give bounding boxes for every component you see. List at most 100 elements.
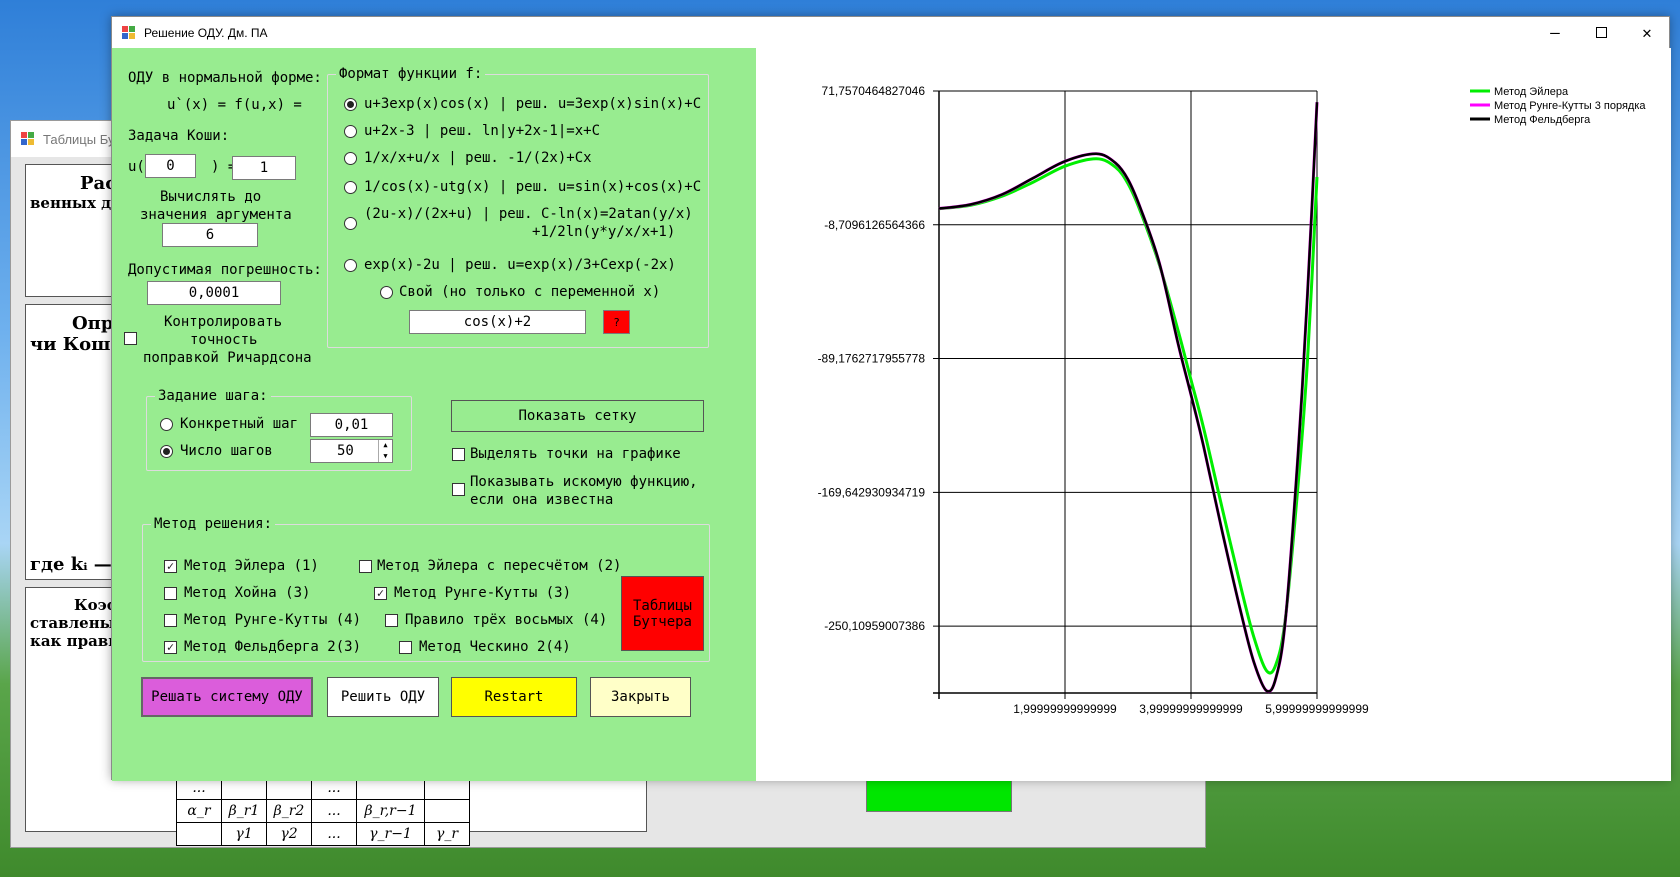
spinner-up-icon[interactable]: ▲ <box>379 440 392 451</box>
function-radio-6[interactable] <box>344 259 357 272</box>
background-window-title: Таблицы Бут <box>43 131 121 147</box>
table-cell <box>424 799 470 823</box>
function-label-5: (2u-x)/(2x+u) | реш. C-ln(x)=2atan(y/x) <box>364 206 693 222</box>
function-label-6: exp(x)-2u | реш. u=exp(x)/3+Cexp(-2x) <box>364 257 676 273</box>
table-row: α_r β_r1 β_r2... β_r,r−1 <box>176 799 470 823</box>
method-checkbox-5[interactable] <box>164 614 177 627</box>
table-cell: γ1 <box>221 822 267 846</box>
show-grid-button[interactable]: Показать сетку <box>451 400 704 432</box>
table-cell: α_r <box>176 799 222 823</box>
x-tick-label: 5,99999999999999 <box>1265 702 1369 716</box>
x-tick-label: 3,99999999999999 <box>1139 702 1243 716</box>
y-tick-label: -169,642930934719 <box>818 485 926 499</box>
highlight-points-checkbox[interactable] <box>452 448 465 461</box>
step-count-value: 50 <box>337 443 354 459</box>
table-cell: ... <box>311 799 357 823</box>
method-checkbox-4[interactable]: ✓ <box>374 587 387 600</box>
y-tick-label: 71,7570464827046 <box>822 84 926 98</box>
maximize-button[interactable] <box>1578 17 1624 48</box>
titlebar[interactable]: Решение ОДУ. Дм. ПА <box>112 17 1669 48</box>
richardson-label-3: поправкой Ричардсона <box>143 350 312 366</box>
x-end-input[interactable]: 6 <box>162 223 258 247</box>
method-label-8: Метод Ческино 2(4) <box>419 639 571 655</box>
chart-area: 71,7570464827046 -8,7096126564366 -89,1762… <box>756 48 1671 781</box>
method-checkbox-3[interactable] <box>164 587 177 600</box>
method-checkbox-2[interactable] <box>359 560 372 573</box>
control-panel: ОДУ в нормальной форме: u`(x) = f(u,x) =… <box>112 48 756 781</box>
method-label-7: Метод Фельдберга 2(3) <box>184 639 362 655</box>
function-radio-3[interactable] <box>344 152 357 165</box>
chart-svg: 71,7570464827046 -8,7096126564366 -89,1762… <box>818 84 1647 716</box>
method-checkbox-8[interactable] <box>399 641 412 654</box>
function-radio-2[interactable] <box>344 125 357 138</box>
method-label-4: Метод Рунге-Кутты (3) <box>394 585 572 601</box>
table-cell: γ_r−1 <box>356 822 425 846</box>
legend-entry: Метод Рунге-Кутты 3 порядка <box>1494 100 1646 112</box>
step-concrete-label: Конкретный шаг <box>180 416 299 432</box>
butcher-table: ...... α_r β_r1 β_r2... β_r,r−1 γ1 γ2... γ_r−1 γ… <box>176 776 470 846</box>
close-window-button[interactable]: ✕ <box>1624 17 1670 48</box>
help-button[interactable]: ? <box>603 310 630 334</box>
function-label-2: u+2x-3 | реш. ln|y+2x-1|=x+C <box>364 123 601 139</box>
method-checkbox-7[interactable]: ✓ <box>164 641 177 654</box>
method-group-title: Метод решения: <box>151 516 276 532</box>
function-radio-5[interactable] <box>344 217 357 230</box>
method-label-3: Метод Хойна (3) <box>184 585 311 601</box>
custom-function-input[interactable]: cos(x)+2 <box>409 310 586 334</box>
tolerance-input[interactable]: 0,0001 <box>147 281 281 305</box>
ode-label: ОДУ в нормальной форме: <box>128 70 322 86</box>
richardson-checkbox[interactable] <box>124 332 137 345</box>
function-label-1: u+3exp(x)cos(x) | реш. u=3exp(x)sin(x)+C <box>364 96 702 112</box>
close-button[interactable]: Закрыть <box>590 677 691 717</box>
function-label-4: 1/cos(x)-utg(x) | реш. u=sin(x)+cos(x)+C <box>364 179 702 195</box>
step-count-radio[interactable] <box>160 445 173 458</box>
compute-until-label-2: значения аргумента <box>140 207 292 223</box>
window-title: Решение ОДУ. Дм. ПА <box>144 25 268 40</box>
close-icon: ✕ <box>1642 23 1652 42</box>
background-green-button[interactable] <box>866 776 1012 812</box>
legend-entry: Метод Фельдберга <box>1494 114 1591 126</box>
method-label-1: Метод Эйлера (1) <box>184 558 319 574</box>
table-cell: β_r1 <box>221 799 267 823</box>
method-checkbox-1[interactable]: ✓ <box>164 560 177 573</box>
spinner-down-icon[interactable]: ▼ <box>379 451 392 462</box>
series-line-1 <box>938 157 1319 675</box>
step-concrete-radio[interactable] <box>160 418 173 431</box>
solve-ode-button[interactable]: Решить ОДУ <box>327 677 439 717</box>
tolerance-label: Допустимая погрешность: <box>128 262 322 278</box>
table-cell: ... <box>311 822 357 846</box>
solve-system-button[interactable]: Решать систему ОДУ <box>141 677 313 717</box>
table-cell: β_r,r−1 <box>356 799 425 823</box>
method-label-5: Метод Рунге-Кутты (4) <box>184 612 362 628</box>
method-checkbox-6[interactable] <box>385 614 398 627</box>
minimize-button[interactable]: — <box>1532 17 1578 48</box>
function-label-5b: +1/2ln(y*y/x/x+1) <box>532 224 676 240</box>
app-icon <box>21 132 35 146</box>
table-row: γ1 γ2... γ_r−1 γ_r <box>176 822 470 846</box>
u-open-label: u( <box>128 159 145 175</box>
table-cell: β_r2 <box>266 799 312 823</box>
custom-function-radio[interactable] <box>380 286 393 299</box>
x0-input[interactable]: 0 <box>145 154 196 178</box>
table-cell: γ_r <box>424 822 470 846</box>
restart-button[interactable]: Restart <box>451 677 577 717</box>
function-radio-4[interactable] <box>344 181 357 194</box>
maximize-icon <box>1595 27 1607 38</box>
function-label-3: 1/x/x+u/x | реш. -1/(2x)+Cx <box>364 150 592 166</box>
show-exact-checkbox[interactable] <box>452 483 465 496</box>
richardson-label-2: точность <box>190 332 258 348</box>
highlight-points-label: Выделять точки на графике <box>470 446 681 462</box>
app-icon <box>122 25 136 40</box>
step-concrete-input[interactable]: 0,01 <box>310 413 393 437</box>
step-count-input[interactable]: 50 ▲ ▼ <box>310 439 393 463</box>
x-tick-label: 1,99999999999999 <box>1013 702 1117 716</box>
main-window: Решение ОДУ. Дм. ПА — ✕ ОДУ в нормальной… <box>111 16 1671 781</box>
u0-input[interactable]: 1 <box>232 156 296 180</box>
show-exact-label-2: если она известна <box>470 492 614 508</box>
butcher-tables-button[interactable]: Таблицы Бутчера <box>621 576 704 651</box>
spinner[interactable]: ▲ ▼ <box>378 440 392 462</box>
compute-until-label: Вычислять до <box>160 189 262 205</box>
step-group-title: Задание шага: <box>155 388 271 404</box>
function-radio-1[interactable] <box>344 98 357 111</box>
butcher-tables-label: Таблицы <box>632 597 692 614</box>
